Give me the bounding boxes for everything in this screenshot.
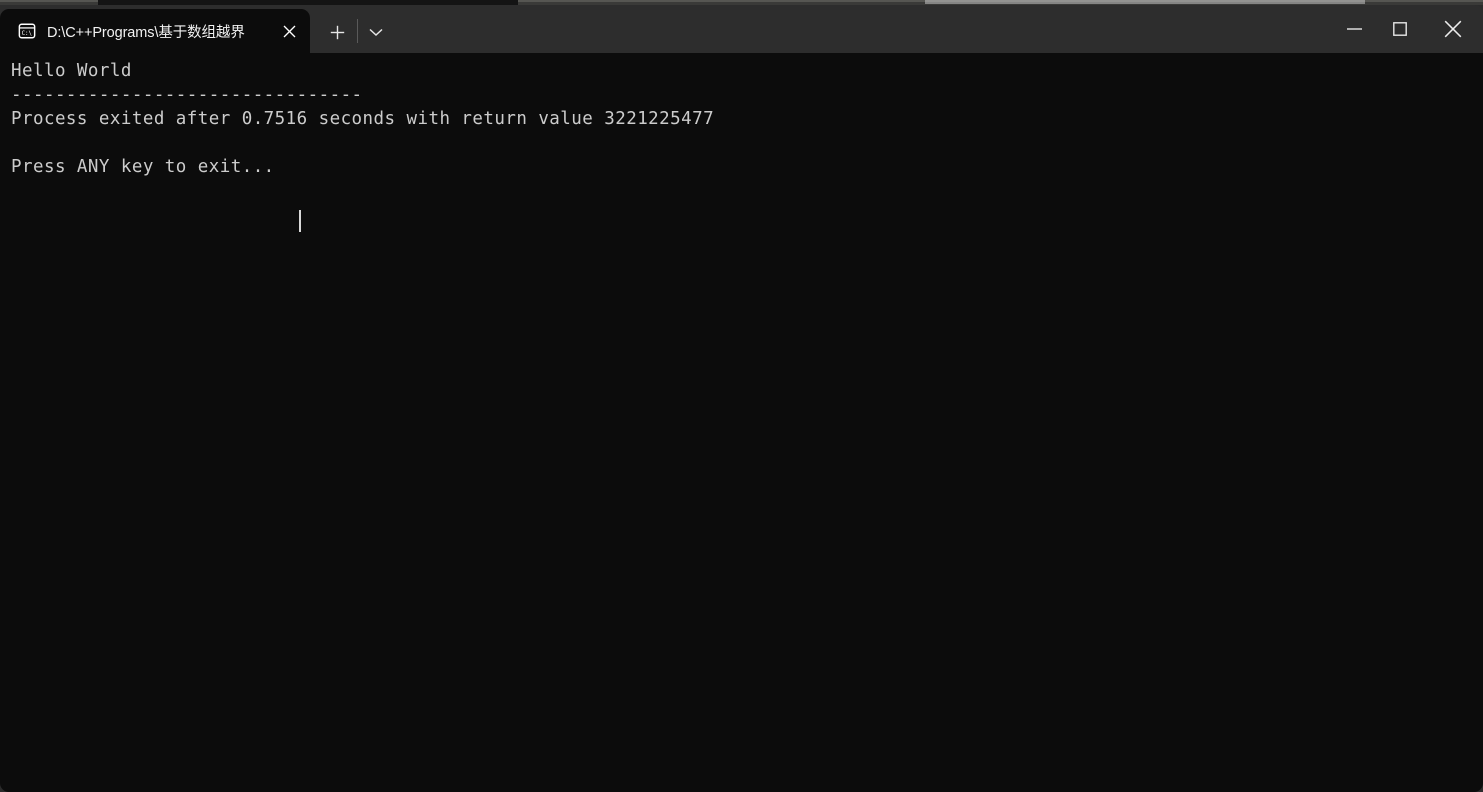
tab-dropdown-button[interactable] bbox=[360, 17, 392, 47]
maximize-icon bbox=[1393, 22, 1407, 36]
svg-text:C:\: C:\ bbox=[22, 31, 33, 37]
cmd-prompt-icon: C:\ bbox=[18, 23, 36, 39]
tab-title: D:\C++Programs\基于数组越界 bbox=[47, 24, 245, 41]
window-controls bbox=[1331, 5, 1483, 53]
chevron-down-icon bbox=[369, 28, 383, 36]
tab-close-button[interactable] bbox=[276, 18, 302, 44]
terminal-window: C:\ D:\C++Programs\基于数组越界 Hello World --… bbox=[0, 5, 1483, 792]
text-cursor bbox=[299, 210, 301, 232]
terminal-output: Hello World ----------------------------… bbox=[11, 61, 715, 177]
close-icon bbox=[283, 25, 295, 37]
title-bar[interactable]: C:\ D:\C++Programs\基于数组越界 bbox=[0, 5, 1483, 53]
tab-active[interactable]: C:\ D:\C++Programs\基于数组越界 bbox=[0, 9, 310, 53]
window-close-button[interactable] bbox=[1423, 5, 1483, 53]
new-tab-button[interactable] bbox=[320, 17, 354, 47]
minimize-button[interactable] bbox=[1331, 5, 1377, 53]
plus-icon bbox=[330, 25, 344, 39]
tab-toolbar-divider bbox=[357, 19, 358, 43]
maximize-button[interactable] bbox=[1377, 5, 1423, 53]
background-window-right bbox=[925, 0, 1365, 4]
terminal-body[interactable]: Hello World ----------------------------… bbox=[0, 53, 1483, 792]
minimize-icon bbox=[1346, 28, 1362, 30]
close-icon bbox=[1444, 20, 1462, 38]
